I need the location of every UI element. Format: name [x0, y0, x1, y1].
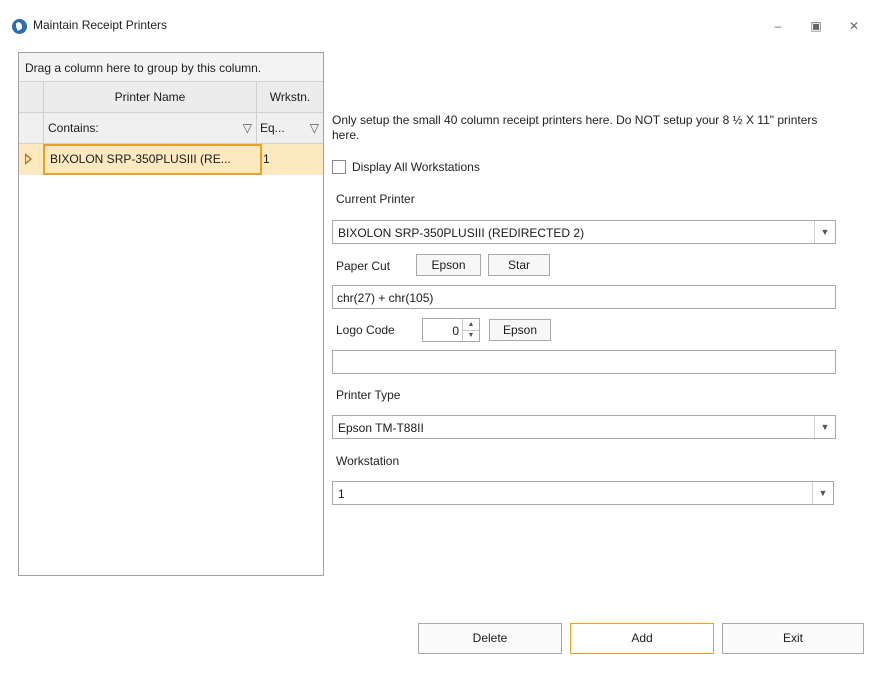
group-hint: Drag a column here to group by this colu… [25, 61, 262, 75]
exit-button-label: Exit [782, 631, 803, 645]
logo-code-stepper[interactable]: 0 ▲ ▼ [422, 318, 480, 342]
display-all-label: Display All Workstations [352, 160, 480, 174]
stepper-arrows[interactable]: ▲ ▼ [462, 319, 479, 341]
current-printer-value: BIXOLON SRP-350PLUSIII (REDIRECTED 2) [338, 226, 585, 240]
checkbox-box[interactable] [332, 160, 346, 174]
group-by-panel[interactable]: Drag a column here to group by this colu… [19, 53, 323, 82]
chevron-down-icon[interactable]: ▼ [463, 330, 479, 341]
table-row[interactable]: BIXOLON SRP-350PLUSIII (RE... 1 [19, 144, 323, 175]
main-window: Maintain Receipt Printers – ▣ ✕ Drag a c… [8, 10, 869, 673]
filter-cell-wrkstn[interactable]: Eq... ▽ [257, 113, 323, 144]
printer-type-value: Epson TM-T88II [338, 421, 424, 435]
current-printer-label: Current Printer [336, 192, 415, 206]
workstation-label: Workstation [336, 454, 400, 468]
delete-button-label: Delete [472, 631, 508, 645]
paper-cut-field[interactable]: chr(27) + chr(105) [332, 285, 836, 309]
window-title: Maintain Receipt Printers [33, 18, 168, 32]
add-button-label: Add [631, 631, 653, 645]
filter-icon[interactable]: ▽ [243, 113, 252, 143]
column-header-printer-name[interactable]: Printer Name [44, 82, 257, 113]
filter-row-indicator [19, 113, 44, 144]
close-icon[interactable]: ✕ [842, 16, 866, 36]
column-header-wrkstn[interactable]: Wrkstn. [257, 82, 323, 113]
paper-cut-label: Paper Cut [336, 259, 391, 273]
printer-type-label: Printer Type [336, 388, 401, 402]
minimize-icon[interactable]: – [766, 16, 790, 36]
chevron-down-icon[interactable]: ▼ [812, 482, 833, 504]
logo-code-text-field[interactable] [332, 350, 836, 374]
printer-grid[interactable]: Drag a column here to group by this colu… [18, 52, 324, 576]
printer-type-select[interactable]: Epson TM-T88II ▼ [332, 415, 836, 439]
paper-cut-epson-button[interactable]: Epson [416, 254, 481, 276]
chevron-down-icon[interactable]: ▼ [814, 221, 835, 243]
paper-cut-star-button[interactable]: Star [488, 254, 550, 276]
filter-operator-label: Contains: [48, 121, 99, 135]
logo-code-value: 0 [452, 324, 459, 338]
workstation-select[interactable]: 1 ▼ [332, 481, 834, 505]
delete-button[interactable]: Delete [418, 623, 562, 654]
logo-code-epson-label: Epson [502, 323, 538, 337]
add-button[interactable]: Add [570, 623, 714, 654]
logo-code-label: Logo Code [336, 323, 395, 337]
filter-cell-printer-name[interactable]: Contains: ▽ [44, 113, 257, 144]
chevron-down-icon[interactable]: ▼ [814, 416, 835, 438]
title-bar: Maintain Receipt Printers – ▣ ✕ [8, 10, 869, 42]
filter-operator-label: Eq... [260, 121, 285, 135]
cell-wrkstn[interactable]: 1 [263, 144, 270, 175]
paper-cut-value: chr(27) + chr(105) [337, 291, 434, 305]
maximize-icon[interactable]: ▣ [804, 16, 828, 36]
paper-cut-epson-label: Epson [431, 258, 466, 272]
current-printer-select[interactable]: BIXOLON SRP-350PLUSIII (REDIRECTED 2) ▼ [332, 220, 836, 244]
cell-printer-name[interactable]: BIXOLON SRP-350PLUSIII (RE... [43, 144, 262, 175]
app-icon [12, 19, 27, 34]
logo-code-epson-button[interactable]: Epson [489, 319, 551, 341]
exit-button[interactable]: Exit [722, 623, 864, 654]
filter-icon[interactable]: ▽ [310, 113, 319, 143]
workstation-value: 1 [338, 487, 345, 501]
current-row-indicator-icon [25, 153, 32, 165]
receipt-printer-notice: Only setup the small 40 column receipt p… [332, 113, 818, 142]
row-indicator-header [19, 82, 44, 113]
paper-cut-star-label: Star [507, 258, 530, 272]
